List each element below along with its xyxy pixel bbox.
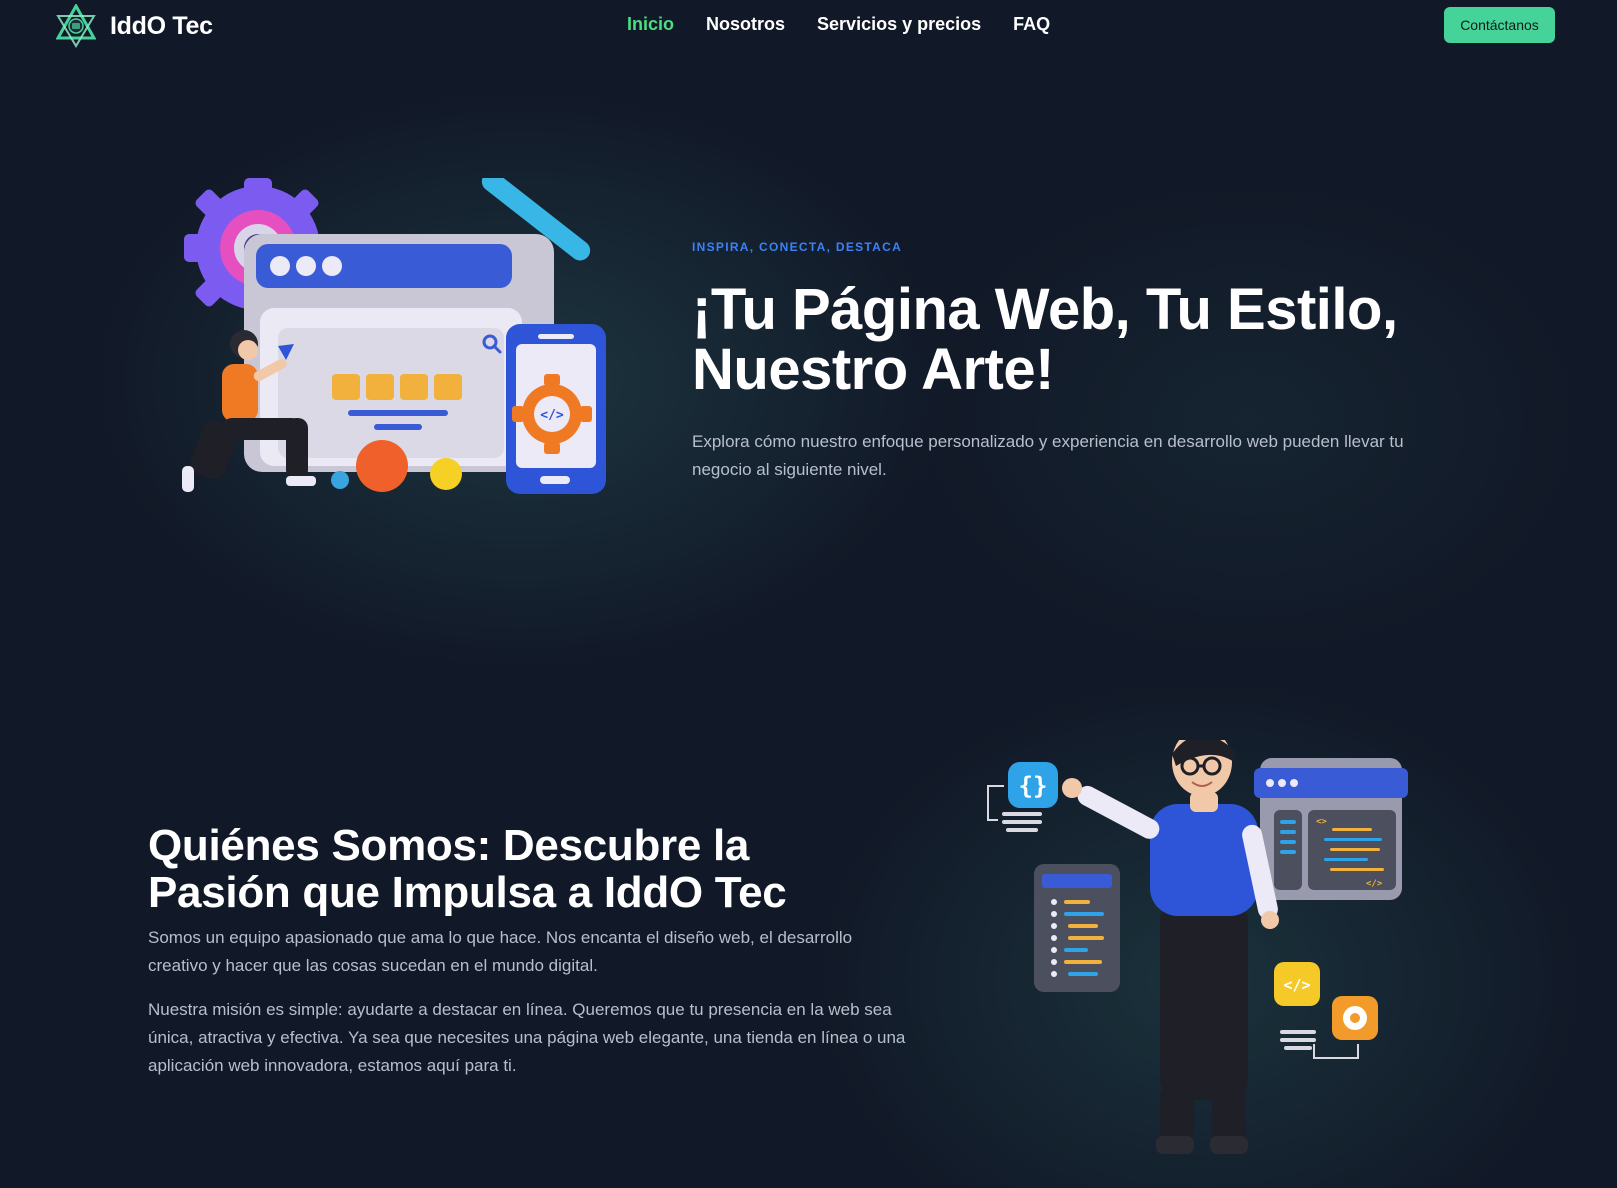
hero-section: INSPIRA, CONECTA, DESTACA ¡Tu Página Web… [692, 240, 1492, 484]
nav-item-inicio[interactable]: Inicio [627, 14, 674, 35]
about-paragraph-2: Nuestra misión es simple: ayudarte a des… [148, 1000, 906, 1075]
brand-link[interactable]: IddO Tec [56, 4, 213, 48]
svg-text:</>: </> [1366, 879, 1383, 889]
code-badge-icon: </> [1274, 962, 1320, 1006]
about-title: Quiénes Somos: Descubre la Pasión que Im… [148, 822, 908, 916]
nav-item-servicios[interactable]: Servicios y precios [817, 14, 981, 35]
braces-icon: {} [987, 762, 1058, 832]
nav-item-nosotros[interactable]: Nosotros [706, 14, 785, 35]
hero-eyebrow: INSPIRA, CONECTA, DESTACA [692, 240, 903, 254]
svg-text:<>: <> [1316, 817, 1327, 827]
svg-text:</>: </> [540, 408, 564, 423]
svg-text:</>: </> [1283, 976, 1310, 994]
hero-title-line2: Nuestro Arte! [692, 337, 1054, 402]
page: IddO Tec Inicio Nosotros Servicios y pre… [0, 0, 1617, 1188]
contact-button[interactable]: Contáctanos [1444, 7, 1555, 43]
hero-description: Explora cómo nuestro enfoque personaliza… [692, 432, 1404, 479]
about-title-line2: Pasión que Impulsa a IddO Tec [148, 868, 787, 917]
brand-name: IddO Tec [110, 11, 213, 40]
hero-title: ¡Tu Página Web, Tu Estilo, Nuestro Arte! [692, 280, 1492, 400]
about-section: Quiénes Somos: Descubre la Pasión que Im… [148, 822, 908, 1096]
triangle-logo-icon [56, 4, 96, 48]
about-paragraph-1: Somos un equipo apasionado que ama lo qu… [148, 928, 853, 975]
navbar: IddO Tec Inicio Nosotros Servicios y pre… [0, 0, 1617, 52]
about-title-line1: Quiénes Somos: Descubre la [148, 821, 750, 870]
main-nav: Inicio Nosotros Servicios y precios FAQ [627, 14, 1050, 35]
developer-illustration: {} <> </> </> [987, 740, 1408, 1154]
svg-text:{}: {} [1019, 772, 1048, 800]
web-design-illustration: </> [182, 178, 606, 494]
hero-title-line1: ¡Tu Página Web, Tu Estilo, [692, 277, 1398, 342]
nav-item-faq[interactable]: FAQ [1013, 14, 1050, 35]
